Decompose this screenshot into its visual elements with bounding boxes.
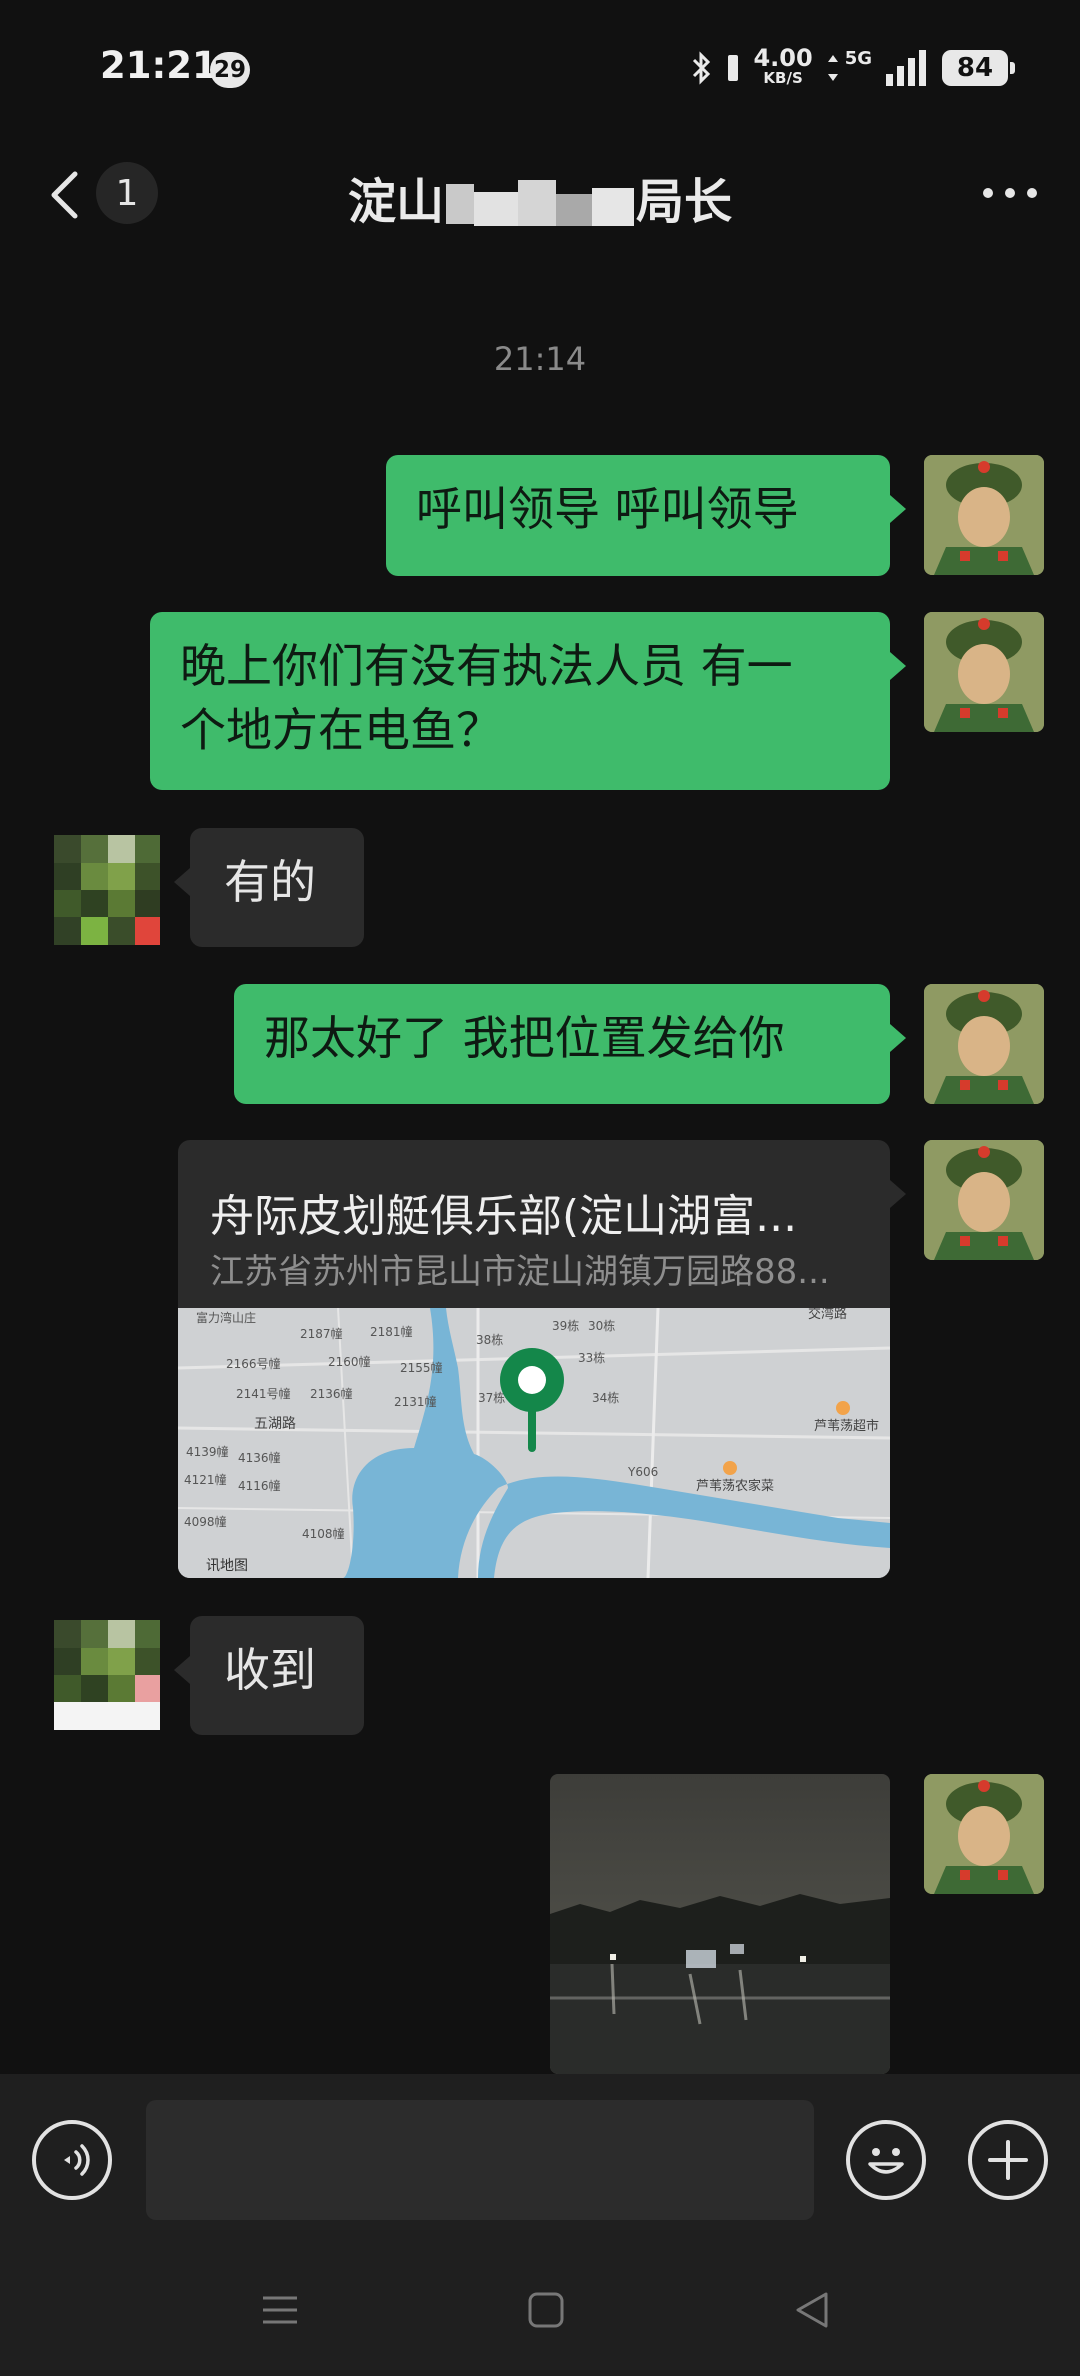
pixelated-name xyxy=(446,180,634,230)
net-speed-value: 4.00 xyxy=(753,44,813,72)
voice-icon xyxy=(64,2144,90,2176)
map-label: Y606 xyxy=(627,1465,658,1479)
system-icons: 4.00 KB/S 5G 84 xyxy=(691,44,1015,88)
location-address: 江苏省苏州市昆山市淀山湖镇万园路88... xyxy=(210,1252,830,1292)
net-speed: 4.00 KB/S xyxy=(753,44,813,88)
status-time: 21:21 xyxy=(100,44,218,87)
map-label: 富力湾山庄 xyxy=(196,1310,256,1325)
chat-title-right: 局长 xyxy=(636,174,733,230)
emoji-icon xyxy=(868,2148,904,2174)
avatar-photo xyxy=(924,612,1044,732)
more-options-icon[interactable] xyxy=(980,178,1040,208)
location-card-tail xyxy=(890,1180,906,1208)
battery-level: 84 xyxy=(942,50,1015,86)
message-text: 呼叫领导 呼叫领导 xyxy=(416,482,799,536)
signal-icon xyxy=(886,50,926,86)
data-arrows-icon xyxy=(827,55,838,81)
map-label: 2187幢 xyxy=(300,1326,343,1341)
message-text: 那太好了 我把位置发给你 xyxy=(264,1011,785,1065)
avatar-photo xyxy=(924,1774,1044,1894)
location-card[interactable]: 舟际皮划艇俱乐部(淀山湖富... 江苏省苏州市昆山市淀山湖镇万园路88... 富… xyxy=(178,1140,890,1578)
map-label: 4116幢 xyxy=(238,1478,281,1493)
my-message-bubble[interactable]: 那太好了 我把位置发给你 xyxy=(234,984,906,1104)
map-label: 2160幢 xyxy=(328,1354,371,1369)
map-label: 33栋 xyxy=(578,1350,605,1365)
map-label: 2166号幢 xyxy=(226,1356,281,1371)
map-label: 芦苇荡超市 xyxy=(814,1418,879,1434)
my-avatar[interactable] xyxy=(924,455,1044,575)
message-text: 收到 xyxy=(224,1643,316,1697)
map-label: 2131幢 xyxy=(394,1394,437,1409)
avatar-photo xyxy=(924,455,1044,575)
map-label: 38栋 xyxy=(476,1332,503,1347)
map-label: 2155幢 xyxy=(400,1360,443,1375)
system-nav-bar xyxy=(0,2244,1080,2376)
chat-title: 淀山 局长 xyxy=(0,162,1080,232)
map-label: 39栋 xyxy=(552,1318,579,1333)
contact-avatar[interactable] xyxy=(54,835,160,945)
map-label: 30栋 xyxy=(588,1318,615,1333)
network-type: 5G xyxy=(844,47,872,69)
plus-icon xyxy=(988,2140,1028,2180)
image-message[interactable] xyxy=(550,1774,890,2074)
message-text: 有的 xyxy=(224,855,316,909)
map-label: 芦苇荡农家菜 xyxy=(696,1478,774,1494)
location-map[interactable]: 富力湾山庄 2187幢 2181幢 2166号幢 2160幢 2155幢 214… xyxy=(178,1306,890,1578)
my-avatar[interactable] xyxy=(924,612,1044,732)
message-input[interactable] xyxy=(146,2100,814,2220)
my-message-bubble[interactable]: 呼叫领导 呼叫领导 xyxy=(386,455,906,576)
map-label: 4136幢 xyxy=(238,1450,281,1465)
chat-header: 1 淀山 局长 xyxy=(0,140,1080,250)
notification-count-badge: 29 xyxy=(210,52,250,88)
map-label: 4139幢 xyxy=(186,1444,229,1459)
avatar-photo xyxy=(924,984,1044,1104)
map-label: 4098幢 xyxy=(184,1514,227,1529)
map-label: 2181幢 xyxy=(370,1324,413,1339)
map-label: 37栋 xyxy=(478,1390,505,1405)
pixelated-avatar xyxy=(54,835,160,945)
status-bar: 21:21 29 4.00 KB/S 5G 84 xyxy=(0,0,1080,140)
net-speed-unit: KB/S xyxy=(763,69,803,87)
back-nav-icon[interactable] xyxy=(792,2290,832,2330)
map-label: 2141号幢 xyxy=(236,1386,291,1401)
contact-avatar[interactable] xyxy=(54,1620,160,1730)
map-label: 4108幢 xyxy=(302,1526,345,1541)
more-actions-button[interactable] xyxy=(968,2120,1048,2200)
message-text-line2: 个地方在电鱼？ xyxy=(180,703,502,757)
avatar-photo xyxy=(924,1140,1044,1260)
chat-title-left: 淀山 xyxy=(347,174,444,230)
map-label: 4121幢 xyxy=(184,1472,227,1487)
map-label: 交湾路 xyxy=(808,1308,847,1322)
my-avatar[interactable] xyxy=(924,984,1044,1104)
message-text-line1: 晚上你们有没有执法人员 有一 xyxy=(180,639,793,693)
night-lake-photo xyxy=(550,1774,890,2074)
contact-message-bubble[interactable]: 收到 xyxy=(174,1616,364,1735)
map-label: 2136幢 xyxy=(310,1386,353,1401)
emoji-button[interactable] xyxy=(846,2120,926,2200)
vibrate-icon xyxy=(728,55,739,81)
home-icon[interactable] xyxy=(526,2290,566,2330)
my-avatar[interactable] xyxy=(924,1774,1044,1894)
message-timestamp: 21:14 xyxy=(493,340,587,378)
input-bar xyxy=(0,2074,1080,2244)
map-label: 34栋 xyxy=(592,1390,619,1405)
voice-input-button[interactable] xyxy=(32,2120,112,2200)
location-title: 舟际皮划艇俱乐部(淀山湖富... xyxy=(210,1191,798,1242)
recent-apps-icon[interactable] xyxy=(260,2290,300,2330)
map-image: 富力湾山庄 2187幢 2181幢 2166号幢 2160幢 2155幢 214… xyxy=(178,1306,890,1578)
map-label: 讯地图 xyxy=(206,1558,248,1574)
contact-message-bubble[interactable]: 有的 xyxy=(174,828,364,947)
my-avatar[interactable] xyxy=(924,1140,1044,1260)
map-label: 五湖路 xyxy=(254,1416,296,1432)
my-message-bubble[interactable]: 晚上你们有没有执法人员 有一 个地方在电鱼？ xyxy=(150,612,906,790)
pixelated-avatar xyxy=(54,1620,160,1730)
bluetooth-icon xyxy=(693,51,711,85)
